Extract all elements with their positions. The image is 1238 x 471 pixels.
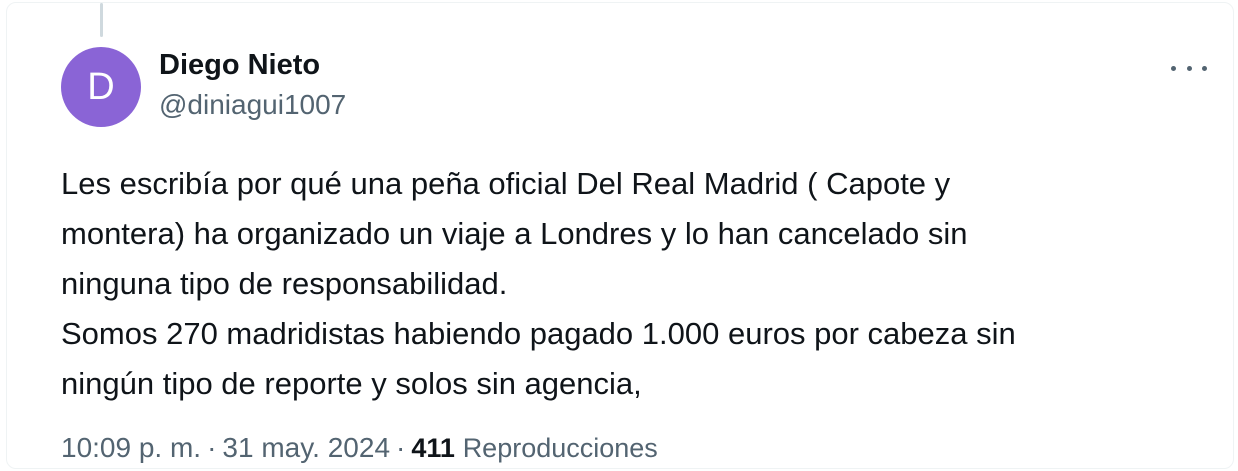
avatar[interactable]: D bbox=[61, 47, 141, 127]
tweet-meta: 10:09 p. m. · 31 may. 2024 · 411 Reproduccio… bbox=[61, 432, 658, 464]
dot bbox=[1202, 65, 1207, 71]
avatar-initial: D bbox=[87, 66, 115, 108]
tweet-text-line: Somos 270 madridistas habiendo pagado 1.… bbox=[61, 316, 1016, 351]
tweet-time[interactable]: 10:09 p. m. bbox=[61, 432, 201, 463]
thread-connector-line bbox=[100, 3, 103, 37]
dot bbox=[1171, 65, 1176, 71]
tweet-text-line: ningún tipo de reporte y solos sin agenc… bbox=[61, 366, 642, 401]
author-display-name[interactable]: Diego Nieto bbox=[159, 49, 320, 82]
separator: · bbox=[207, 432, 217, 463]
tweet-date[interactable]: 31 may. 2024 bbox=[222, 432, 390, 463]
tweet-text-line: Les escribía por qué una peña oficial De… bbox=[61, 166, 951, 201]
dot bbox=[1186, 65, 1192, 71]
separator: · bbox=[396, 432, 406, 463]
tweet-text-line: ninguna tipo de responsabilidad. bbox=[61, 266, 508, 301]
more-options-icon[interactable] bbox=[1171, 57, 1207, 79]
author-handle[interactable]: @diniagui1007 bbox=[159, 89, 346, 121]
tweet-text: Les escribía por qué una peña oficial De… bbox=[61, 159, 1191, 409]
tweet-text-line: montera) ha organizado un viaje a Londre… bbox=[61, 216, 968, 251]
tweet-card: D Diego Nieto @diniagui1007 Les escribía… bbox=[6, 2, 1234, 469]
views-count: 411 bbox=[411, 433, 455, 463]
views-label: Reproducciones bbox=[462, 433, 658, 463]
